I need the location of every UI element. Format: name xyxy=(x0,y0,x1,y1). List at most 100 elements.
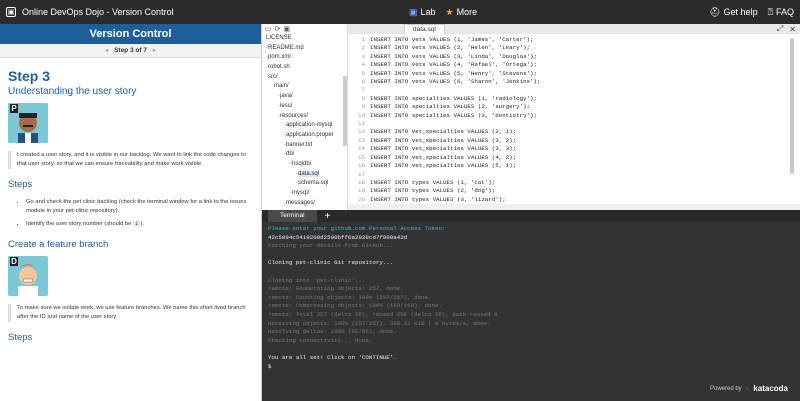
file-tree-item[interactable]: -java/ xyxy=(262,92,347,102)
code-line: 17 xyxy=(348,171,800,179)
next-step-icon[interactable]: ▸ xyxy=(153,47,156,54)
file-tree-item-label: banner.txt xyxy=(286,141,313,148)
file-tree-item[interactable]: -messages/ xyxy=(262,199,347,209)
code-text: INSERT INTO vets VALUES (4, 'Rafael', 'O… xyxy=(370,61,537,69)
refresh-icon[interactable]: ⟳ xyxy=(275,25,281,33)
steps-heading-1: Steps xyxy=(8,179,33,190)
file-tree-item-label: data.sql xyxy=(298,170,320,177)
terminal-tab[interactable]: Terminal xyxy=(268,210,317,222)
expand-icon[interactable]: ⤢ xyxy=(777,24,783,34)
file-tree-item[interactable]: -pom.xml xyxy=(262,53,347,63)
code-line: 20 INSERT INTO types VALUES (3, 'lizard')… xyxy=(348,196,800,204)
editor-content[interactable]: 1 INSERT INTO vets VALUES (1, 'James', 'C… xyxy=(348,34,800,210)
faq-label: FAQ xyxy=(775,7,794,17)
code-line: 12 INSERT INTO vet_specialties VALUES (2,… xyxy=(348,128,800,136)
prev-step-icon[interactable]: ◂ xyxy=(105,47,108,54)
lab-button[interactable]: ▣ Lab xyxy=(409,7,436,18)
file-tree-item-label: messages/ xyxy=(286,199,316,206)
file-tree-toolbar: ▭ ⟳ ▣ xyxy=(262,24,347,34)
file-tree-item[interactable]: -data.sql xyxy=(262,170,347,180)
file-tree-item-label: mysql/ xyxy=(292,190,310,196)
code-line: 4 INSERT INTO vets VALUES (4, 'Rafael', '… xyxy=(348,61,800,69)
step-item-2-text: Identify the user story number (should b… xyxy=(26,221,133,227)
file-tree-item-label: hsqldb/ xyxy=(292,160,312,167)
terminal-line: Please enter your github.com Personal Ac… xyxy=(268,225,446,232)
file-tree-item-label: java/ xyxy=(280,93,293,100)
file-tree-item[interactable]: -db/ xyxy=(262,150,347,160)
step-counter: Step 3 of 7 xyxy=(114,47,147,54)
file-tree-item[interactable]: -robot.sh xyxy=(262,63,347,73)
file-tree-item[interactable]: -hsqldb/ xyxy=(262,160,347,170)
step-subtitle: Understanding the user story xyxy=(8,86,137,97)
terminal-line: Cloning into 'pet-clinic'... xyxy=(268,276,366,284)
save-icon[interactable]: ▣ xyxy=(284,25,291,33)
katacoda-brand: katacoda xyxy=(753,384,788,393)
top-bar: ▣ Online DevOps Dojo - Version Control ▣… xyxy=(0,0,800,24)
code-text: INSERT INTO vet_specialties VALUES (2, 1… xyxy=(370,128,517,136)
code-line: 1 INSERT INTO vets VALUES (1, 'James', 'C… xyxy=(348,36,800,44)
step-item-2: Identify the user story number (should b… xyxy=(26,219,253,229)
close-icon[interactable]: ✕ xyxy=(789,25,796,34)
file-tree-item-label: application-mysql xyxy=(286,122,333,129)
editor-tab-data-sql[interactable]: data.sql xyxy=(404,24,445,34)
line-number: 17 xyxy=(358,170,365,178)
editor-scrollbar[interactable] xyxy=(790,38,794,174)
line-number: 3 xyxy=(361,52,365,60)
file-tree-item[interactable]: -banner.txt xyxy=(262,141,347,151)
powered-by: Powered by ⌂ katacoda xyxy=(710,384,788,393)
faq-icon: ⍰ xyxy=(767,6,773,17)
line-number: 8 xyxy=(361,94,365,102)
code-line: 15 INSERT INTO vet_specialties VALUES (4,… xyxy=(348,154,800,162)
code-text: INSERT INTO vet_specialties VALUES (5, 1… xyxy=(370,162,517,170)
terminal-line: Checking connectivity... done. xyxy=(268,336,373,344)
file-tree-item[interactable]: -src/ xyxy=(262,73,347,83)
lab-label: Lab xyxy=(420,7,436,17)
step-navigator: ◂ Step 3 of 7 ▸ xyxy=(0,44,261,58)
file-tree-item[interactable]: -less/ xyxy=(262,102,347,112)
file-tree-item[interactable]: -resources/ xyxy=(262,112,347,122)
dojo-logo-icon: ▣ xyxy=(6,7,16,17)
star-icon: ★ xyxy=(445,6,454,17)
file-tree-item[interactable]: -README.md xyxy=(262,44,347,54)
file-tree-item[interactable]: -mysql/ xyxy=(262,189,347,199)
code-text: INSERT INTO vet_specialties VALUES (3, 3… xyxy=(370,145,517,153)
persona-d-quote: To make sure we isolate work, we use fea… xyxy=(8,304,253,322)
get-help-button[interactable]: ⛑ Get help xyxy=(709,7,757,18)
code-text: INSERT INTO vets VALUES (3, 'Linda', 'Do… xyxy=(370,52,537,60)
file-tree-item[interactable]: LICENSE xyxy=(262,34,347,44)
line-number: 5 xyxy=(361,69,365,77)
new-folder-icon[interactable]: ▭ xyxy=(265,25,272,33)
terminal-line: You are all set! Click on 'CONTINUE'. xyxy=(268,353,397,361)
terminal-line: Fetching your details from GitHub... xyxy=(268,242,394,250)
code-text: INSERT INTO specialties VALUES (2, 'surg… xyxy=(370,103,531,111)
terminal-output[interactable]: Please enter your github.com Personal Ac… xyxy=(262,222,800,374)
file-tree-item[interactable]: -application-mysql xyxy=(262,121,347,131)
line-number: 6 xyxy=(361,78,365,86)
file-tree-scrollbar[interactable] xyxy=(343,76,347,146)
code-text: INSERT INTO vets VALUES (1, 'James', 'Ca… xyxy=(370,36,534,43)
line-number: 10 xyxy=(358,111,365,119)
scenario-header: Version Control xyxy=(0,24,261,44)
terminal-line: Receiving objects: 100% (257/257), 308.0… xyxy=(268,319,491,327)
terminal-panel: Terminal + Please enter your github.com … xyxy=(262,210,800,401)
more-label: More xyxy=(456,7,478,17)
faq-button[interactable]: ⍰ FAQ xyxy=(768,7,794,18)
persona-avatar-p: P xyxy=(8,103,48,143)
terminal-line: remote: Total 257 (delta 56), reused 256… xyxy=(268,310,498,318)
code-text: INSERT INTO vet_specialties VALUES (4, 2… xyxy=(370,153,517,161)
terminal-line: remote: Counting objects: 100% (257/257)… xyxy=(268,293,432,301)
file-tree-item[interactable]: -application.proper xyxy=(262,131,347,141)
code-line: 8 INSERT INTO specialties VALUES (1, 'rad… xyxy=(348,95,800,103)
code-line: 16 INSERT INTO vet_specialties VALUES (5,… xyxy=(348,162,800,170)
code-line: 19 INSERT INTO types VALUES (2, 'dog'); xyxy=(348,187,800,195)
more-button[interactable]: ★ More xyxy=(446,7,478,18)
code-line: 11 xyxy=(348,120,800,128)
line-number: 4 xyxy=(361,61,365,69)
lab-icon: ▣ xyxy=(409,6,418,17)
add-terminal-button[interactable]: + xyxy=(325,211,331,222)
file-tree-item[interactable]: -main/ xyxy=(262,82,347,92)
code-line: 13 INSERT INTO vet_specialties VALUES (3,… xyxy=(348,137,800,145)
line-number: 2 xyxy=(361,44,365,52)
file-tree-item[interactable]: -schema.sql xyxy=(262,179,347,189)
